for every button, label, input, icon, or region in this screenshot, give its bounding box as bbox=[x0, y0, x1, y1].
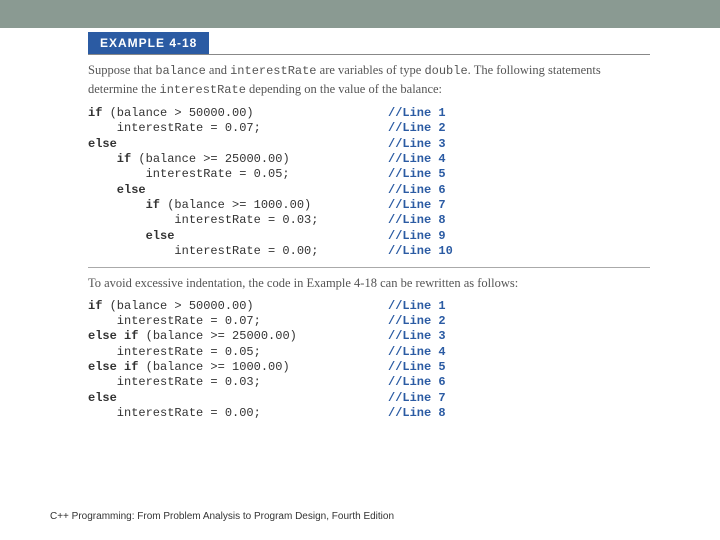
code-line: interestRate = 0.03;//Line 8 bbox=[88, 213, 650, 228]
code-line: interestRate = 0.00;//Line 8 bbox=[88, 406, 650, 421]
code-line: interestRate = 0.07;//Line 2 bbox=[88, 314, 650, 329]
divider bbox=[88, 267, 650, 268]
code-line: else//Line 6 bbox=[88, 183, 650, 198]
code-line: interestRate = 0.05;//Line 5 bbox=[88, 167, 650, 182]
title-bar bbox=[0, 0, 720, 28]
code-line: else if (balance >= 25000.00)//Line 3 bbox=[88, 329, 650, 344]
code-line: interestRate = 0.00;//Line 10 bbox=[88, 244, 650, 259]
code-line: interestRate = 0.03;//Line 6 bbox=[88, 375, 650, 390]
code-line: if (balance > 50000.00)//Line 1 bbox=[88, 106, 650, 121]
example-badge: EXAMPLE 4-18 bbox=[88, 32, 209, 54]
divider bbox=[88, 54, 650, 55]
code-block-2: if (balance > 50000.00)//Line 1 interest… bbox=[88, 299, 650, 422]
paragraph-1: Suppose that balance and interestRate ar… bbox=[88, 61, 650, 100]
code-line: else//Line 7 bbox=[88, 391, 650, 406]
paragraph-2: To avoid excessive indentation, the code… bbox=[88, 274, 650, 292]
code-line: if (balance >= 1000.00)//Line 7 bbox=[88, 198, 650, 213]
code-line: else//Line 9 bbox=[88, 229, 650, 244]
code-line: else if (balance >= 1000.00)//Line 5 bbox=[88, 360, 650, 375]
footer-citation: C++ Programming: From Problem Analysis t… bbox=[50, 511, 394, 522]
code-line: if (balance >= 25000.00)//Line 4 bbox=[88, 152, 650, 167]
code-block-1: if (balance > 50000.00)//Line 1 interest… bbox=[88, 106, 650, 260]
code-line: interestRate = 0.05;//Line 4 bbox=[88, 345, 650, 360]
code-line: if (balance > 50000.00)//Line 1 bbox=[88, 299, 650, 314]
code-line: else//Line 3 bbox=[88, 137, 650, 152]
code-line: interestRate = 0.07;//Line 2 bbox=[88, 121, 650, 136]
page-content: EXAMPLE 4-18 Suppose that balance and in… bbox=[0, 28, 720, 421]
